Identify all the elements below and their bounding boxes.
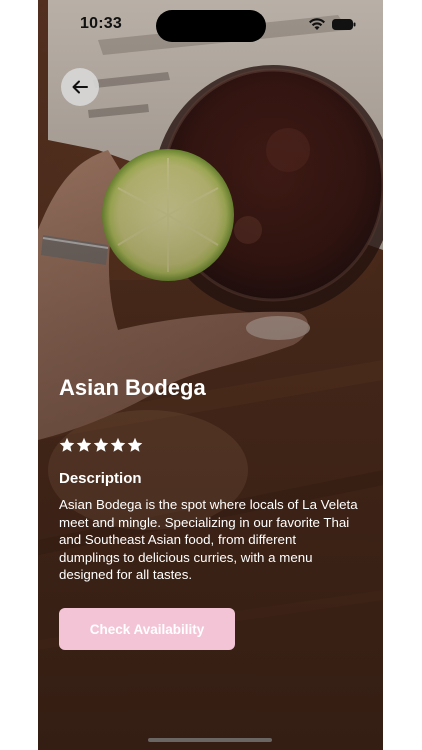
star-icon (59, 437, 75, 452)
star-icon (76, 437, 92, 452)
description-text: Asian Bodega is the spot where locals of… (59, 497, 358, 582)
status-bar: 10:33 (38, 0, 383, 50)
arrow-left-icon (72, 80, 88, 94)
dynamic-island (156, 10, 266, 42)
back-button[interactable] (61, 68, 99, 106)
check-availability-button[interactable]: Check Availability (59, 608, 235, 650)
star-icon (127, 437, 143, 452)
restaurant-name: Asian Bodega (59, 375, 206, 400)
battery-icon (332, 19, 356, 30)
phone-screen: 10:33 Asian Bodega Description Asian Bod… (38, 0, 383, 750)
status-time: 10:33 (80, 15, 122, 32)
star-rating (59, 437, 143, 453)
home-indicator[interactable] (148, 738, 272, 742)
star-icon (110, 437, 126, 452)
wifi-icon (309, 18, 325, 30)
description-heading: Description (59, 470, 142, 487)
star-icon (93, 437, 109, 452)
